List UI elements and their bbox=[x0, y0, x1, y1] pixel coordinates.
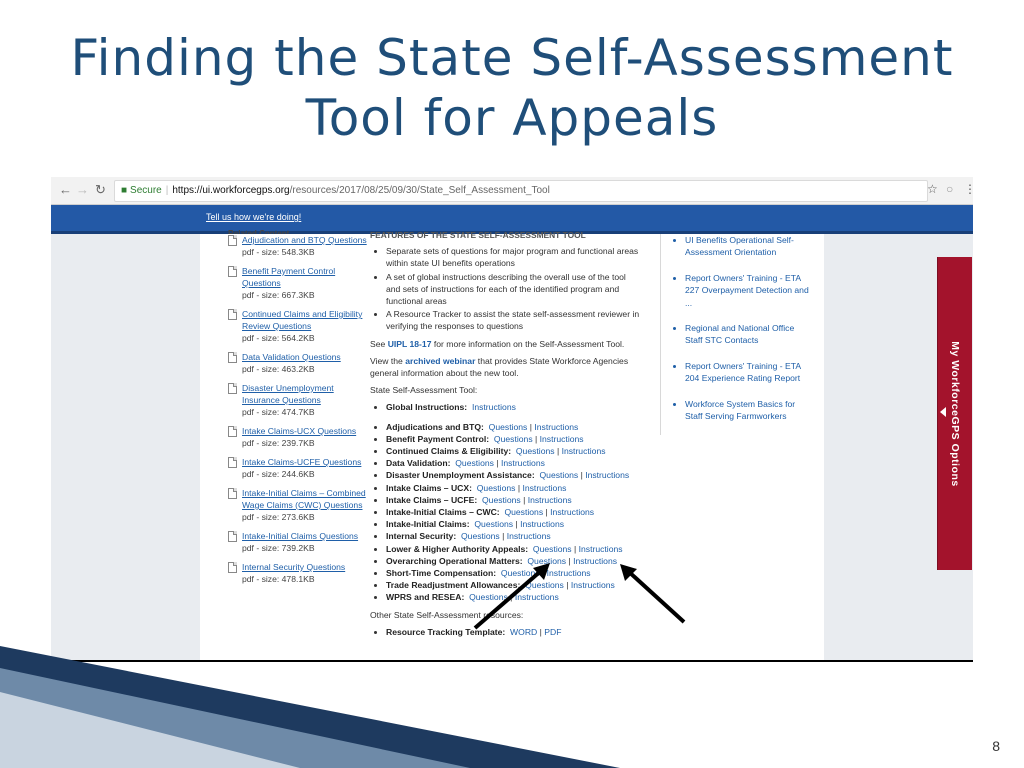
page-number: 8 bbox=[992, 738, 1000, 754]
annotation-arrow-right bbox=[620, 564, 686, 624]
slide-decoration bbox=[0, 646, 620, 768]
annotation-arrow-left bbox=[473, 563, 550, 630]
